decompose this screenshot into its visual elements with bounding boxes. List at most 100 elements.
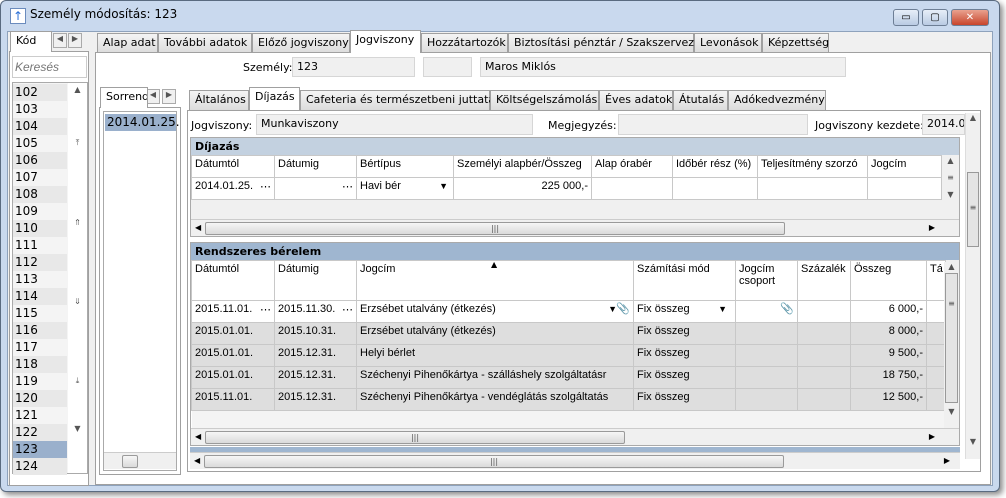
paperclip-icon[interactable]: 📎 xyxy=(780,302,794,315)
code-list-item[interactable]: 122 xyxy=(13,424,67,441)
table-cell[interactable]: 2015.01.01. xyxy=(191,344,275,367)
main-tab[interactable]: Képzettség xyxy=(762,33,829,53)
person-name-field[interactable]: Maros Miklós xyxy=(480,57,846,77)
inner-tab[interactable]: Éves adatok xyxy=(599,90,673,110)
table-cell[interactable]: Fix összeg xyxy=(633,366,736,389)
column-header[interactable]: Alap órabér xyxy=(591,155,673,178)
ellipsis-button[interactable]: ⋯ xyxy=(342,180,353,193)
paperclip-icon[interactable]: 📎 xyxy=(616,302,630,315)
code-list-item[interactable]: 124 xyxy=(13,458,67,475)
main-tab[interactable]: Előző jogviszony xyxy=(252,33,350,53)
table-cell[interactable]: 18 750,- xyxy=(850,366,927,389)
inner-tab[interactable]: Átutalás xyxy=(673,90,728,110)
main-tab[interactable]: Alap adat xyxy=(97,33,158,53)
code-list-item[interactable]: 104 xyxy=(13,118,67,135)
column-header[interactable]: Számítási mód xyxy=(633,260,736,301)
column-header[interactable]: Dátumig xyxy=(274,260,357,301)
person-id-field[interactable]: 123 xyxy=(292,57,415,77)
search-input[interactable] xyxy=(12,56,87,78)
table-cell[interactable] xyxy=(672,177,758,200)
tab-scroll-left[interactable]: ◀ xyxy=(53,33,67,48)
code-list-item[interactable]: 107 xyxy=(13,169,67,186)
table-cell[interactable]: 2014.01.25. ⋯ xyxy=(191,177,275,200)
table-cell[interactable]: Havi bér ▼ xyxy=(356,177,454,200)
column-header[interactable]: Tá xyxy=(926,260,946,301)
code-list-item[interactable]: 116 xyxy=(13,322,67,339)
code-list-item[interactable]: 105 xyxy=(13,135,67,152)
table-cell[interactable] xyxy=(735,322,798,345)
code-list-item[interactable]: 103 xyxy=(13,101,67,118)
person-extra-field[interactable] xyxy=(423,57,472,77)
table-cell[interactable] xyxy=(735,344,798,367)
table-cell[interactable]: ⋯ xyxy=(274,177,357,200)
table-row[interactable]: 2015.11.01. 2015.12.31. Széchenyi Pihenőká… xyxy=(191,388,946,411)
table-cell[interactable] xyxy=(757,177,868,200)
table-cell[interactable] xyxy=(591,177,673,200)
dropdown-arrow-icon[interactable]: ▼ xyxy=(718,304,727,314)
ellipsis-button[interactable]: ⋯ xyxy=(260,180,271,193)
column-header[interactable]: Százalék xyxy=(797,260,851,301)
table-cell[interactable]: Fix összeg ▼ xyxy=(633,300,736,323)
main-tab[interactable]: Biztosítási pénztár / Szakszervezet xyxy=(508,33,705,53)
ellipsis-button[interactable]: ⋯ xyxy=(342,303,353,316)
main-tab[interactable]: Hozzátartozók xyxy=(421,33,508,53)
table-cell[interactable]: 2015.11.30. ⋯ xyxy=(274,300,357,323)
table-cell[interactable] xyxy=(797,300,851,323)
table-cell[interactable] xyxy=(797,388,851,411)
column-header[interactable]: Összeg xyxy=(850,260,927,301)
inner-tab[interactable]: Költségelszámolás xyxy=(490,90,599,110)
table-row[interactable]: 2015.01.01. 2015.12.31. Helyi bérlet Fix ös… xyxy=(191,344,946,367)
table-cell[interactable]: 225 000,- xyxy=(453,177,592,200)
column-header[interactable]: Időbér rész (%) xyxy=(672,155,758,178)
ellipsis-button[interactable]: ⋯ xyxy=(260,303,271,316)
table-cell[interactable]: 8 000,- xyxy=(850,322,927,345)
code-list-item[interactable]: 118 xyxy=(13,356,67,373)
column-header[interactable]: Dátumtól xyxy=(191,155,275,178)
code-list-item[interactable]: 113 xyxy=(13,271,67,288)
table-cell[interactable]: Széchenyi Pihenőkártya - vendéglátás szo… xyxy=(356,388,634,411)
table-cell[interactable] xyxy=(926,344,946,367)
order-item[interactable]: 2014.01.25. xyxy=(105,114,180,131)
code-list-item[interactable]: 108 xyxy=(13,186,67,203)
table-cell[interactable] xyxy=(797,344,851,367)
table-cell[interactable] xyxy=(797,366,851,389)
main-tab[interactable]: Levonások xyxy=(694,33,762,53)
table-cell[interactable]: Erzsébet utalvány (étkezés) ▼ 📎 xyxy=(356,300,634,323)
panel-vscroll[interactable]: ▲ ≡ ▼ xyxy=(965,113,980,459)
code-list-item[interactable]: 109 xyxy=(13,203,67,220)
table-cell[interactable] xyxy=(926,322,946,345)
column-header[interactable]: Jogcím csoport xyxy=(735,260,798,301)
table-cell[interactable]: Erzsébet utalvány (étkezés) xyxy=(356,322,634,345)
dijazas-hscroll[interactable]: ◀ ||| ▶ xyxy=(191,219,959,236)
table-cell[interactable] xyxy=(926,388,946,411)
column-header[interactable]: Személyi alapbér/Összeg xyxy=(453,155,592,178)
jogviszony-field[interactable]: Munkaviszony xyxy=(256,114,533,135)
maximize-button[interactable]: ▢ xyxy=(922,9,948,26)
order-tab-right[interactable]: ▶ xyxy=(162,89,176,104)
berelem-hscroll[interactable]: ◀ ||| ▶ xyxy=(191,428,959,445)
table-row[interactable]: 2015.01.01. 2015.10.31. Erzsébet utalvány … xyxy=(191,322,946,345)
minimize-button[interactable]: ▭ xyxy=(893,9,919,26)
code-list-item[interactable]: 110 xyxy=(13,220,67,237)
code-list-item[interactable]: 119 xyxy=(13,373,67,390)
table-cell[interactable]: 📎 xyxy=(735,300,798,323)
table-cell[interactable]: 2015.01.01. xyxy=(191,366,275,389)
order-tab-left[interactable]: ◀ xyxy=(146,89,160,104)
table-cell[interactable]: Széchenyi Pihenőkártya - szálláshely szo… xyxy=(356,366,634,389)
close-button[interactable]: ✕ xyxy=(951,9,989,26)
column-header[interactable]: Dátumig xyxy=(274,155,357,178)
code-list-item[interactable]: 121 xyxy=(13,407,67,424)
code-list-item[interactable]: 114 xyxy=(13,288,67,305)
tab-scroll-right[interactable]: ▶ xyxy=(68,33,82,48)
table-cell[interactable] xyxy=(926,300,946,323)
table-cell[interactable]: 6 000,- xyxy=(850,300,927,323)
inner-tab[interactable]: Díjazás xyxy=(249,87,300,110)
code-list-item[interactable]: 102 xyxy=(13,84,67,101)
order-hscroll[interactable] xyxy=(104,452,176,469)
code-list-scrollbar[interactable]: ▲ ⤒ ⇑ ⇓ ⤓ ▼ xyxy=(68,83,87,473)
dijazas-vscroll[interactable]: ▲ ≡ ▼ xyxy=(942,156,959,219)
code-list-item[interactable]: 115 xyxy=(13,305,67,322)
code-list-item[interactable]: 112 xyxy=(13,254,67,271)
inner-tab[interactable]: Általános xyxy=(189,90,249,110)
code-list-item[interactable]: 120 xyxy=(13,390,67,407)
